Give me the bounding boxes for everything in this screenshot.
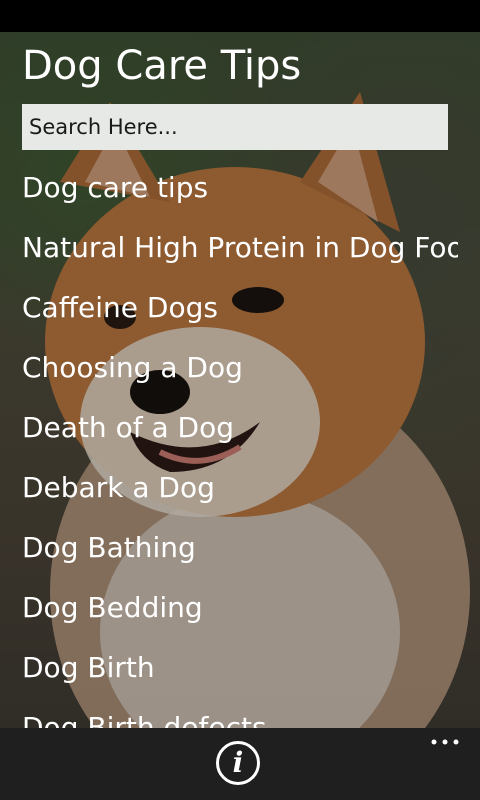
main-content: Dog Care Tips Dog care tips Natural High… [0, 32, 480, 728]
info-icon: i [232, 746, 244, 779]
list-item[interactable]: Death of a Dog [22, 398, 458, 458]
info-button[interactable]: i [216, 741, 260, 785]
app-screen: Dog Care Tips Dog care tips Natural High… [0, 0, 480, 800]
list-item[interactable]: Debark a Dog [22, 458, 458, 518]
status-bar [0, 0, 480, 32]
list-item[interactable]: Dog Birth [22, 638, 458, 698]
page-title: Dog Care Tips [22, 43, 302, 89]
more-dots-icon[interactable] [428, 734, 464, 754]
app-bar: i [0, 728, 480, 800]
list-item[interactable]: Dog care tips [22, 158, 458, 218]
search-input[interactable] [22, 104, 448, 150]
list-item[interactable]: Natural High Protein in Dog Food [22, 218, 458, 278]
list-item[interactable]: Dog Bathing [22, 518, 458, 578]
list-item[interactable]: Choosing a Dog [22, 338, 458, 398]
list-item[interactable]: Caffeine Dogs [22, 278, 458, 338]
tips-list: Dog care tips Natural High Protein in Do… [22, 158, 458, 728]
list-item[interactable]: Dog Bedding [22, 578, 458, 638]
list-item[interactable]: Dog Birth defects [22, 698, 458, 728]
